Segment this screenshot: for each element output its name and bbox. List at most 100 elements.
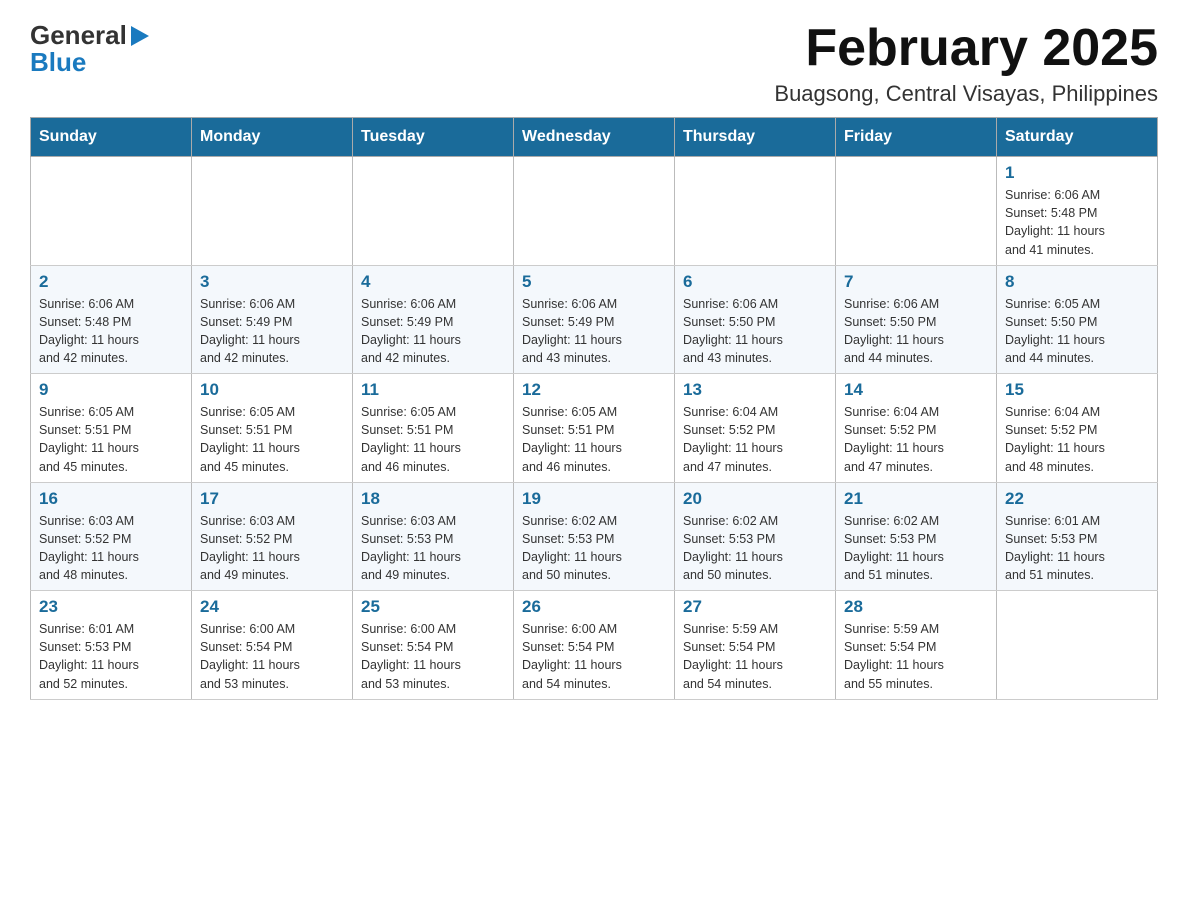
day-number: 8 bbox=[1005, 272, 1149, 292]
calendar-cell-0-4 bbox=[675, 157, 836, 266]
day-info: Sunrise: 6:06 AM Sunset: 5:49 PM Dayligh… bbox=[522, 295, 666, 368]
day-number: 16 bbox=[39, 489, 183, 509]
day-info: Sunrise: 6:05 AM Sunset: 5:50 PM Dayligh… bbox=[1005, 295, 1149, 368]
day-info: Sunrise: 6:01 AM Sunset: 5:53 PM Dayligh… bbox=[39, 620, 183, 693]
day-number: 19 bbox=[522, 489, 666, 509]
logo: General Blue bbox=[30, 20, 149, 78]
calendar-cell-4-3: 26 Sunrise: 6:00 AM Sunset: 5:54 PM Dayli… bbox=[514, 591, 675, 700]
calendar-cell-4-6 bbox=[997, 591, 1158, 700]
week-row-4: 16 Sunrise: 6:03 AM Sunset: 5:52 PM Dayli… bbox=[31, 482, 1158, 591]
header-friday: Friday bbox=[836, 118, 997, 157]
title-block: February 2025 Buagsong, Central Visayas,… bbox=[774, 20, 1158, 107]
page-header: General Blue February 2025 Buagsong, Cen… bbox=[30, 20, 1158, 107]
week-row-5: 23 Sunrise: 6:01 AM Sunset: 5:53 PM Dayli… bbox=[31, 591, 1158, 700]
calendar-cell-0-3 bbox=[514, 157, 675, 266]
day-info: Sunrise: 6:04 AM Sunset: 5:52 PM Dayligh… bbox=[844, 403, 988, 476]
calendar-cell-4-4: 27Sunrise: 5:59 AM Sunset: 5:54 PM Dayli… bbox=[675, 591, 836, 700]
week-row-3: 9 Sunrise: 6:05 AM Sunset: 5:51 PM Daylig… bbox=[31, 374, 1158, 483]
weekday-header-row: Sunday Monday Tuesday Wednesday Thursday… bbox=[31, 118, 1158, 157]
day-number: 22 bbox=[1005, 489, 1149, 509]
calendar-cell-1-0: 2 Sunrise: 6:06 AM Sunset: 5:48 PM Daylig… bbox=[31, 265, 192, 374]
day-info: Sunrise: 6:04 AM Sunset: 5:52 PM Dayligh… bbox=[1005, 403, 1149, 476]
day-info: Sunrise: 6:06 AM Sunset: 5:49 PM Dayligh… bbox=[361, 295, 505, 368]
day-info: Sunrise: 6:06 AM Sunset: 5:48 PM Dayligh… bbox=[39, 295, 183, 368]
calendar-cell-1-5: 7 Sunrise: 6:06 AM Sunset: 5:50 PM Daylig… bbox=[836, 265, 997, 374]
day-number: 14 bbox=[844, 380, 988, 400]
calendar-cell-2-4: 13 Sunrise: 6:04 AM Sunset: 5:52 PM Dayli… bbox=[675, 374, 836, 483]
calendar-cell-2-3: 12Sunrise: 6:05 AM Sunset: 5:51 PM Dayli… bbox=[514, 374, 675, 483]
week-row-2: 2 Sunrise: 6:06 AM Sunset: 5:48 PM Daylig… bbox=[31, 265, 1158, 374]
header-saturday: Saturday bbox=[997, 118, 1158, 157]
calendar-cell-2-0: 9 Sunrise: 6:05 AM Sunset: 5:51 PM Daylig… bbox=[31, 374, 192, 483]
header-tuesday: Tuesday bbox=[353, 118, 514, 157]
day-info: Sunrise: 5:59 AM Sunset: 5:54 PM Dayligh… bbox=[683, 620, 827, 693]
logo-triangle-icon bbox=[131, 26, 149, 51]
calendar-subtitle: Buagsong, Central Visayas, Philippines bbox=[774, 81, 1158, 107]
day-info: Sunrise: 6:06 AM Sunset: 5:48 PM Dayligh… bbox=[1005, 186, 1149, 259]
day-number: 4 bbox=[361, 272, 505, 292]
day-number: 13 bbox=[683, 380, 827, 400]
day-info: Sunrise: 6:06 AM Sunset: 5:50 PM Dayligh… bbox=[683, 295, 827, 368]
day-number: 17 bbox=[200, 489, 344, 509]
day-info: Sunrise: 6:05 AM Sunset: 5:51 PM Dayligh… bbox=[361, 403, 505, 476]
calendar-cell-0-6: 1 Sunrise: 6:06 AM Sunset: 5:48 PM Daylig… bbox=[997, 157, 1158, 266]
day-info: Sunrise: 6:00 AM Sunset: 5:54 PM Dayligh… bbox=[200, 620, 344, 693]
day-number: 3 bbox=[200, 272, 344, 292]
day-number: 2 bbox=[39, 272, 183, 292]
day-number: 26 bbox=[522, 597, 666, 617]
day-number: 20 bbox=[683, 489, 827, 509]
day-info: Sunrise: 6:02 AM Sunset: 5:53 PM Dayligh… bbox=[522, 512, 666, 585]
calendar-cell-1-3: 5 Sunrise: 6:06 AM Sunset: 5:49 PM Daylig… bbox=[514, 265, 675, 374]
header-sunday: Sunday bbox=[31, 118, 192, 157]
day-info: Sunrise: 6:00 AM Sunset: 5:54 PM Dayligh… bbox=[361, 620, 505, 693]
day-info: Sunrise: 6:02 AM Sunset: 5:53 PM Dayligh… bbox=[844, 512, 988, 585]
day-number: 7 bbox=[844, 272, 988, 292]
calendar-cell-3-3: 19 Sunrise: 6:02 AM Sunset: 5:53 PM Dayli… bbox=[514, 482, 675, 591]
day-number: 28 bbox=[844, 597, 988, 617]
calendar-cell-1-6: 8 Sunrise: 6:05 AM Sunset: 5:50 PM Daylig… bbox=[997, 265, 1158, 374]
day-info: Sunrise: 6:01 AM Sunset: 5:53 PM Dayligh… bbox=[1005, 512, 1149, 585]
day-info: Sunrise: 6:02 AM Sunset: 5:53 PM Dayligh… bbox=[683, 512, 827, 585]
calendar-cell-4-1: 24 Sunrise: 6:00 AM Sunset: 5:54 PM Dayli… bbox=[192, 591, 353, 700]
day-info: Sunrise: 5:59 AM Sunset: 5:54 PM Dayligh… bbox=[844, 620, 988, 693]
calendar-cell-3-6: 22 Sunrise: 6:01 AM Sunset: 5:53 PM Dayli… bbox=[997, 482, 1158, 591]
header-monday: Monday bbox=[192, 118, 353, 157]
day-info: Sunrise: 6:06 AM Sunset: 5:49 PM Dayligh… bbox=[200, 295, 344, 368]
day-number: 23 bbox=[39, 597, 183, 617]
header-wednesday: Wednesday bbox=[514, 118, 675, 157]
calendar-cell-1-2: 4 Sunrise: 6:06 AM Sunset: 5:49 PM Daylig… bbox=[353, 265, 514, 374]
day-info: Sunrise: 6:03 AM Sunset: 5:53 PM Dayligh… bbox=[361, 512, 505, 585]
calendar-cell-3-4: 20 Sunrise: 6:02 AM Sunset: 5:53 PM Dayli… bbox=[675, 482, 836, 591]
calendar-cell-3-1: 17 Sunrise: 6:03 AM Sunset: 5:52 PM Dayli… bbox=[192, 482, 353, 591]
day-number: 10 bbox=[200, 380, 344, 400]
day-number: 25 bbox=[361, 597, 505, 617]
header-thursday: Thursday bbox=[675, 118, 836, 157]
week-row-1: 1 Sunrise: 6:06 AM Sunset: 5:48 PM Daylig… bbox=[31, 157, 1158, 266]
day-number: 24 bbox=[200, 597, 344, 617]
calendar-cell-3-2: 18 Sunrise: 6:03 AM Sunset: 5:53 PM Dayli… bbox=[353, 482, 514, 591]
calendar-cell-2-2: 11 Sunrise: 6:05 AM Sunset: 5:51 PM Dayli… bbox=[353, 374, 514, 483]
day-number: 1 bbox=[1005, 163, 1149, 183]
calendar-cell-3-0: 16Sunrise: 6:03 AM Sunset: 5:52 PM Dayli… bbox=[31, 482, 192, 591]
calendar-cell-4-0: 23 Sunrise: 6:01 AM Sunset: 5:53 PM Dayli… bbox=[31, 591, 192, 700]
calendar-cell-2-1: 10Sunrise: 6:05 AM Sunset: 5:51 PM Dayli… bbox=[192, 374, 353, 483]
day-number: 18 bbox=[361, 489, 505, 509]
day-info: Sunrise: 6:05 AM Sunset: 5:51 PM Dayligh… bbox=[522, 403, 666, 476]
day-info: Sunrise: 6:04 AM Sunset: 5:52 PM Dayligh… bbox=[683, 403, 827, 476]
calendar-table: Sunday Monday Tuesday Wednesday Thursday… bbox=[30, 117, 1158, 700]
day-info: Sunrise: 6:06 AM Sunset: 5:50 PM Dayligh… bbox=[844, 295, 988, 368]
day-number: 9 bbox=[39, 380, 183, 400]
day-info: Sunrise: 6:03 AM Sunset: 5:52 PM Dayligh… bbox=[200, 512, 344, 585]
calendar-cell-0-0 bbox=[31, 157, 192, 266]
calendar-cell-1-1: 3 Sunrise: 6:06 AM Sunset: 5:49 PM Daylig… bbox=[192, 265, 353, 374]
calendar-cell-2-5: 14 Sunrise: 6:04 AM Sunset: 5:52 PM Dayli… bbox=[836, 374, 997, 483]
day-number: 15 bbox=[1005, 380, 1149, 400]
day-info: Sunrise: 6:05 AM Sunset: 5:51 PM Dayligh… bbox=[39, 403, 183, 476]
day-info: Sunrise: 6:00 AM Sunset: 5:54 PM Dayligh… bbox=[522, 620, 666, 693]
calendar-cell-0-2 bbox=[353, 157, 514, 266]
day-number: 5 bbox=[522, 272, 666, 292]
calendar-cell-4-2: 25 Sunrise: 6:00 AM Sunset: 5:54 PM Dayli… bbox=[353, 591, 514, 700]
calendar-title: February 2025 bbox=[774, 20, 1158, 77]
calendar-cell-0-1 bbox=[192, 157, 353, 266]
day-number: 11 bbox=[361, 380, 505, 400]
